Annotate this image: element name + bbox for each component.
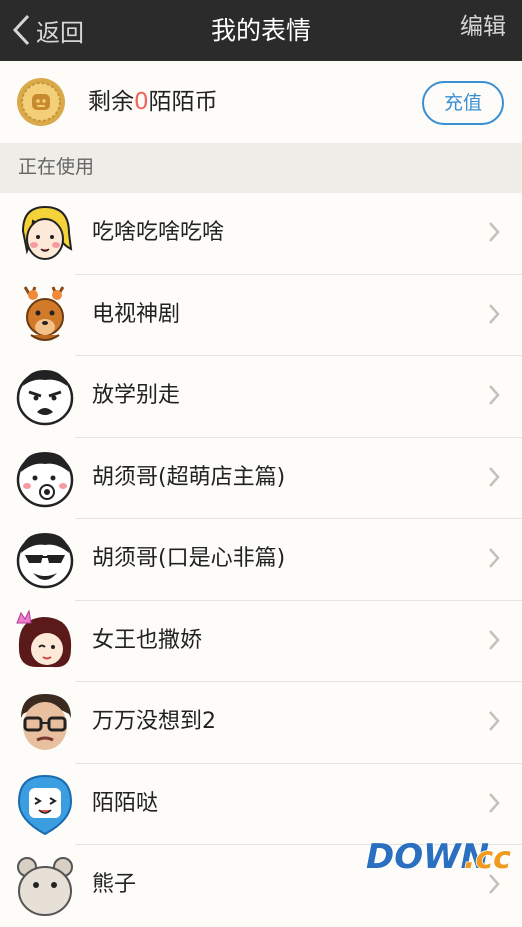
sticker-name: 吃啥吃啥吃啥 — [92, 220, 225, 245]
list-item[interactable]: 胡须哥(超萌店主篇) — [0, 437, 522, 519]
sticker-name: 电视神剧 — [92, 301, 181, 327]
sticker-name: 放学别走 — [92, 383, 181, 408]
chevron-right-icon — [489, 711, 500, 731]
list-item[interactable]: 女王也撒娇 — [0, 600, 522, 682]
page-title: 我的表情 — [210, 16, 311, 45]
recharge-button[interactable]: 充值 — [422, 81, 504, 125]
section-header: 正在使用 — [0, 143, 522, 194]
svg-text:.cc: .cc — [464, 841, 511, 875]
balance-row: 剩余0陌陌币 充值 — [0, 61, 522, 144]
chevron-right-icon — [489, 792, 500, 813]
angry-face-sticker-icon — [16, 370, 74, 426]
queen-sticker-icon — [16, 608, 72, 667]
chevron-right-icon — [489, 303, 500, 324]
list-item[interactable]: 万万没想到2 — [0, 682, 522, 764]
sticker-name: 胡须哥(口是心非篇) — [92, 546, 286, 571]
list-item[interactable]: 吃啥吃啥吃啥 — [0, 193, 522, 275]
sticker-name: 陌陌哒 — [92, 790, 159, 816]
balance-amount: 0 — [134, 89, 149, 115]
coin-icon — [17, 78, 65, 126]
chevron-right-icon — [489, 548, 500, 568]
deer-sticker-icon — [23, 285, 65, 341]
navigation-bar: 返回 我的表情 编辑 — [0, 0, 522, 61]
section-title: 正在使用 — [18, 156, 95, 178]
sunglasses-guy-sticker-icon — [16, 533, 74, 589]
bear-sticker-icon — [17, 857, 73, 916]
glasses-man-sticker-icon — [21, 694, 71, 750]
chevron-right-icon — [489, 222, 500, 242]
chevron-right-icon — [489, 629, 500, 650]
sticker-list: 吃啥吃啥吃啥 电视神剧 放学别走 胡须哥(超萌店主篇) 胡须哥(口是心非篇) 女… — [0, 193, 522, 927]
momo-mascot-sticker-icon — [17, 774, 73, 835]
sticker-name: 女王也撒娇 — [92, 627, 203, 653]
balance-text: 剩余0陌陌币 — [88, 61, 218, 143]
edit-button[interactable]: 编辑 — [460, 0, 506, 61]
list-item[interactable]: 放学别走 — [0, 356, 522, 438]
chevron-right-icon — [489, 385, 500, 405]
sticker-name: 胡须哥(超萌店主篇) — [92, 464, 286, 490]
balance-suffix: 陌陌币 — [148, 89, 218, 115]
sticker-name: 熊子 — [92, 872, 137, 897]
bearded-guy-sticker-icon — [16, 451, 74, 507]
balance-prefix: 剩余 — [88, 89, 134, 115]
chevron-right-icon — [489, 874, 500, 894]
list-item[interactable]: 电视神剧 — [0, 274, 522, 356]
list-item[interactable]: 陌陌哒 — [0, 763, 522, 845]
list-item[interactable]: 胡须哥(口是心非篇) — [0, 519, 522, 601]
blonde-girl-sticker-icon — [21, 205, 73, 260]
chevron-right-icon — [489, 466, 500, 487]
watermark-logo: DOWN .cc — [365, 836, 512, 875]
sticker-name: 万万没想到2 — [92, 709, 216, 734]
